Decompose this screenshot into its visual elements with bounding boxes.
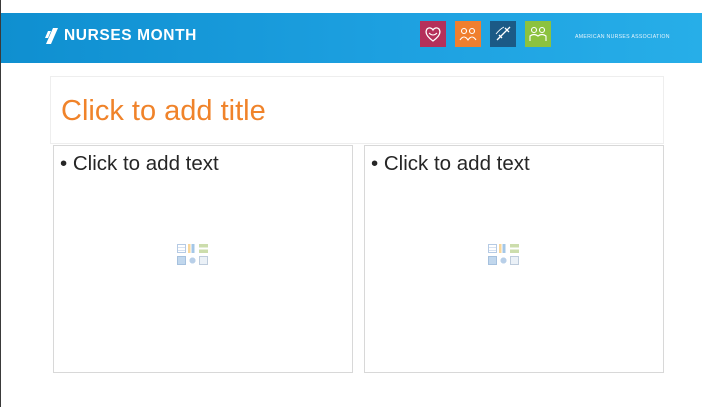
- insert-content-icons-right: [488, 244, 519, 270]
- brand: NURSES MONTH: [45, 27, 197, 45]
- people-icon: [529, 26, 547, 41]
- badge-row: [420, 21, 551, 47]
- insert-picture-icon[interactable]: [177, 256, 186, 265]
- content-placeholder-left[interactable]: • Click to add text: [53, 145, 353, 373]
- organization-name: AMERICAN NURSES ASSOCIATION: [575, 34, 670, 40]
- insert-video-icon[interactable]: [510, 256, 519, 265]
- insert-table-icon[interactable]: [177, 244, 186, 253]
- heart-hands-icon: [425, 27, 441, 42]
- group-badge: [455, 21, 481, 47]
- insert-table-icon[interactable]: [488, 244, 497, 253]
- insert-smartart-icon[interactable]: [199, 244, 208, 253]
- content-bullet-right: • Click to add text: [371, 152, 530, 175]
- heart-hands-badge: [420, 21, 446, 47]
- insert-chart-icon[interactable]: [188, 244, 197, 253]
- title-text: Click to add title: [61, 95, 266, 127]
- slide: NURSES MONTH AMERICAN NURSES ASSOCIATION…: [0, 0, 702, 407]
- insert-chart-icon[interactable]: [499, 244, 508, 253]
- content-bullet-left: • Click to add text: [60, 152, 219, 175]
- brand-text: NURSES MONTH: [64, 27, 197, 44]
- syringe-badge: [490, 21, 516, 47]
- insert-video-icon[interactable]: [199, 256, 208, 265]
- syringe-icon: [495, 26, 511, 41]
- insert-online-picture-icon[interactable]: [499, 256, 508, 265]
- title-placeholder[interactable]: Click to add title: [50, 76, 664, 144]
- insert-online-picture-icon[interactable]: [188, 256, 197, 265]
- insert-picture-icon[interactable]: [488, 256, 497, 265]
- brand-mark-icon: [45, 28, 58, 44]
- insert-content-icons-left: [177, 244, 208, 270]
- insert-smartart-icon[interactable]: [510, 244, 519, 253]
- content-placeholder-right[interactable]: • Click to add text: [364, 145, 664, 373]
- header-banner: NURSES MONTH AMERICAN NURSES ASSOCIATION: [1, 13, 702, 63]
- people-badge: [525, 21, 551, 47]
- group-icon: [459, 27, 477, 41]
